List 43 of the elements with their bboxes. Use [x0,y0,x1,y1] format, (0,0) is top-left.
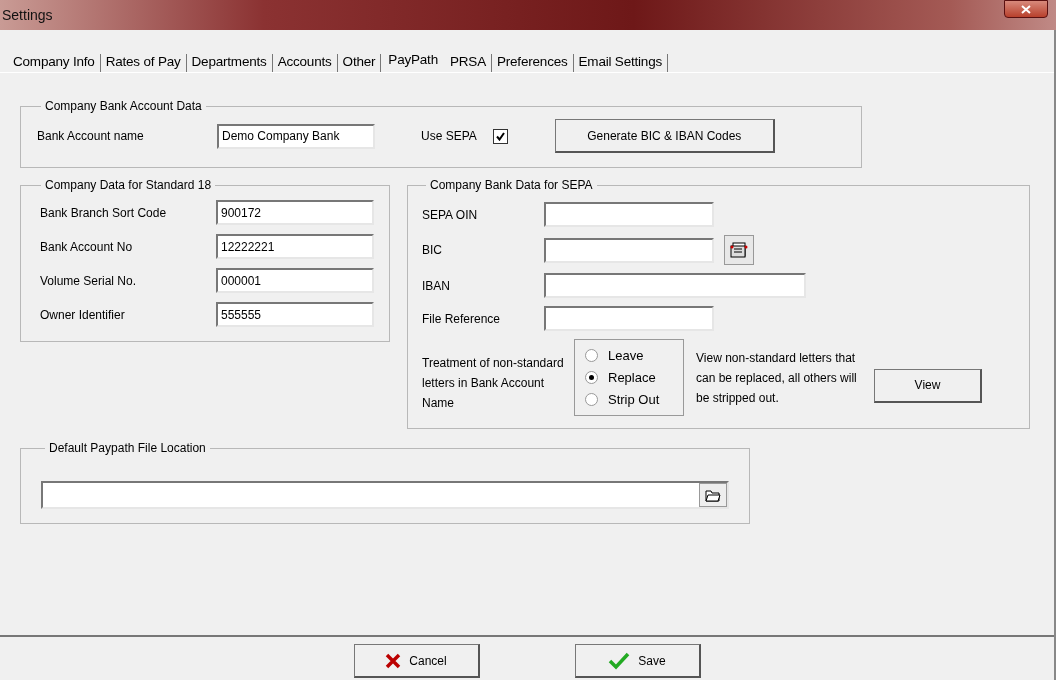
document-stack-icon [729,241,749,259]
field-label: Bank Account name [37,129,145,143]
save-button[interactable]: Save [574,644,701,678]
group-title: Company Bank Account Data [44,99,203,113]
group-title: Company Bank Data for SEPA [429,178,594,192]
view-note: View non-standard letters that can be replaced, all others will be stripped out. [696,349,858,407]
field-label: Owner Identifier [39,307,126,322]
input-field[interactable] [544,202,714,227]
browse-button[interactable] [699,483,727,507]
close-button[interactable] [1004,0,1048,18]
group-title: Company Data for Standard 18 [44,178,213,192]
input-field[interactable]: Demo Company Bank [217,123,375,149]
close-icon [1021,4,1031,14]
input-field[interactable]: 555555 [216,302,374,327]
input-field[interactable]: 12222221 [216,234,374,259]
input-field[interactable]: 900172 [216,200,374,225]
field-label: BIC [422,243,443,257]
radio-option[interactable]: Strip Out [585,392,673,407]
radio-option[interactable]: Replace [585,370,673,385]
view-button[interactable]: View [874,368,982,403]
checkmark-icon [608,651,631,670]
treatment-label: Treatment of non-standard letters in Bank Account Name [422,354,565,412]
input-field[interactable] [544,273,806,298]
generate-button[interactable]: Generate BIC & IBAN Codes [554,119,775,153]
field-label: SEPA OIN [422,207,479,222]
folder-icon [705,488,721,502]
input-field[interactable]: 000001 [216,268,374,293]
checkbox[interactable] [492,128,508,144]
file-path-field[interactable] [41,481,729,509]
input-field[interactable] [544,306,714,331]
lookup-button[interactable] [724,235,754,265]
field-label: IBAN [422,278,451,293]
field-label: File Reference [422,311,502,326]
field-label: Use SEPA [421,129,477,143]
input-field[interactable] [544,237,714,263]
cross-icon [385,652,402,669]
field-label: Bank Branch Sort Code [39,205,168,220]
cancel-button[interactable]: Cancel [353,644,480,678]
field-label: Bank Account No [39,239,134,254]
radio-option[interactable]: Leave [585,348,673,363]
group-title: Default Paypath File Location [48,441,207,455]
window-title: Settings [2,7,53,23]
field-label: Volume Serial No. [39,273,138,288]
